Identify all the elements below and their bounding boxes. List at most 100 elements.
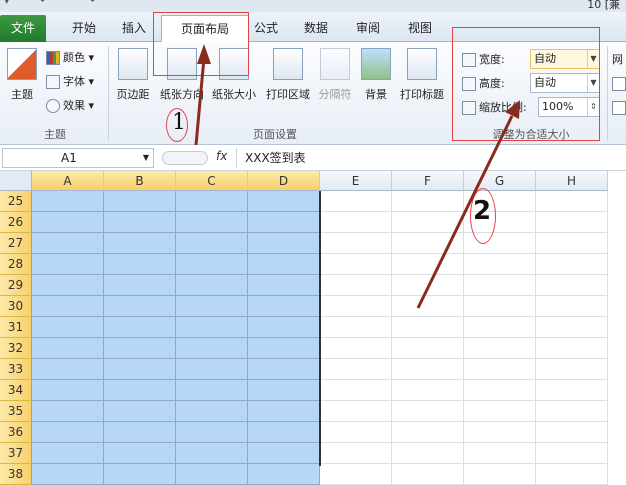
gridlines-view-checkbox[interactable] bbox=[612, 74, 626, 94]
cell-e25[interactable] bbox=[320, 191, 392, 212]
cell-d26[interactable] bbox=[248, 212, 320, 233]
cell-h36[interactable] bbox=[536, 422, 608, 443]
cell-h29[interactable] bbox=[536, 275, 608, 296]
cell-b33[interactable] bbox=[104, 359, 176, 380]
cell-e36[interactable] bbox=[320, 422, 392, 443]
cell-f36[interactable] bbox=[392, 422, 464, 443]
cell-d25[interactable] bbox=[248, 191, 320, 212]
cell-e31[interactable] bbox=[320, 317, 392, 338]
cell-h32[interactable] bbox=[536, 338, 608, 359]
select-all-corner[interactable] bbox=[0, 171, 32, 191]
cell-b34[interactable] bbox=[104, 380, 176, 401]
tab-file[interactable]: 文件 bbox=[0, 15, 46, 42]
cell-b35[interactable] bbox=[104, 401, 176, 422]
cell-b29[interactable] bbox=[104, 275, 176, 296]
theme-effects-button[interactable]: 效果 ▾ bbox=[46, 96, 94, 116]
cell-a26[interactable] bbox=[32, 212, 104, 233]
margins-button[interactable]: 页边距 bbox=[112, 48, 154, 102]
row-header-38[interactable]: 38 bbox=[0, 464, 32, 485]
cell-f29[interactable] bbox=[392, 275, 464, 296]
theme-colors-button[interactable]: 颜色 ▾ bbox=[46, 48, 94, 68]
cell-e27[interactable] bbox=[320, 233, 392, 254]
column-header-f[interactable]: F bbox=[392, 171, 464, 191]
cell-b26[interactable] bbox=[104, 212, 176, 233]
formula-bar-expander[interactable] bbox=[162, 151, 208, 165]
row-header-32[interactable]: 32 bbox=[0, 338, 32, 359]
column-header-d[interactable]: D bbox=[248, 171, 320, 191]
cell-d31[interactable] bbox=[248, 317, 320, 338]
cell-f27[interactable] bbox=[392, 233, 464, 254]
cell-f26[interactable] bbox=[392, 212, 464, 233]
cell-f35[interactable] bbox=[392, 401, 464, 422]
cell-h35[interactable] bbox=[536, 401, 608, 422]
cell-d27[interactable] bbox=[248, 233, 320, 254]
cell-d28[interactable] bbox=[248, 254, 320, 275]
cell-a31[interactable] bbox=[32, 317, 104, 338]
tab-home[interactable]: 开始 bbox=[64, 15, 104, 42]
cell-a29[interactable] bbox=[32, 275, 104, 296]
name-box[interactable]: A1 ▼ bbox=[2, 148, 154, 168]
cell-g32[interactable] bbox=[464, 338, 536, 359]
cell-h31[interactable] bbox=[536, 317, 608, 338]
cell-f34[interactable] bbox=[392, 380, 464, 401]
cell-a25[interactable] bbox=[32, 191, 104, 212]
cell-e30[interactable] bbox=[320, 296, 392, 317]
cell-b32[interactable] bbox=[104, 338, 176, 359]
cell-b38[interactable] bbox=[104, 464, 176, 485]
tab-review[interactable]: 审阅 bbox=[350, 15, 386, 42]
cell-b37[interactable] bbox=[104, 443, 176, 464]
cell-d33[interactable] bbox=[248, 359, 320, 380]
row-header-28[interactable]: 28 bbox=[0, 254, 32, 275]
cell-c32[interactable] bbox=[176, 338, 248, 359]
insert-function-icon[interactable]: fx bbox=[216, 149, 227, 163]
cell-e28[interactable] bbox=[320, 254, 392, 275]
cell-d30[interactable] bbox=[248, 296, 320, 317]
cell-c27[interactable] bbox=[176, 233, 248, 254]
cell-g38[interactable] bbox=[464, 464, 536, 485]
cell-a35[interactable] bbox=[32, 401, 104, 422]
cell-c33[interactable] bbox=[176, 359, 248, 380]
tab-insert[interactable]: 插入 bbox=[114, 15, 154, 42]
row-header-26[interactable]: 26 bbox=[0, 212, 32, 233]
cell-h25[interactable] bbox=[536, 191, 608, 212]
cell-g37[interactable] bbox=[464, 443, 536, 464]
cell-f37[interactable] bbox=[392, 443, 464, 464]
cell-h34[interactable] bbox=[536, 380, 608, 401]
column-header-g[interactable]: G bbox=[464, 171, 536, 191]
cell-d38[interactable] bbox=[248, 464, 320, 485]
cell-h26[interactable] bbox=[536, 212, 608, 233]
cell-g31[interactable] bbox=[464, 317, 536, 338]
tab-data[interactable]: 数据 bbox=[298, 15, 334, 42]
chevron-down-icon[interactable]: ▼ bbox=[143, 149, 149, 167]
cell-e38[interactable] bbox=[320, 464, 392, 485]
cell-c26[interactable] bbox=[176, 212, 248, 233]
column-header-a[interactable]: A bbox=[32, 171, 104, 191]
cell-c29[interactable] bbox=[176, 275, 248, 296]
print-titles-button[interactable]: 打印标题 bbox=[396, 48, 448, 102]
cell-a36[interactable] bbox=[32, 422, 104, 443]
row-header-36[interactable]: 36 bbox=[0, 422, 32, 443]
cell-d29[interactable] bbox=[248, 275, 320, 296]
redo-icon[interactable]: ↷ bbox=[86, 0, 95, 7]
cell-f31[interactable] bbox=[392, 317, 464, 338]
cell-f33[interactable] bbox=[392, 359, 464, 380]
formula-input[interactable]: XXX签到表 bbox=[236, 148, 626, 168]
cell-g33[interactable] bbox=[464, 359, 536, 380]
cell-g28[interactable] bbox=[464, 254, 536, 275]
cell-g35[interactable] bbox=[464, 401, 536, 422]
theme-fonts-button[interactable]: 字体 ▾ bbox=[46, 72, 94, 92]
row-header-35[interactable]: 35 bbox=[0, 401, 32, 422]
row-header-30[interactable]: 30 bbox=[0, 296, 32, 317]
cell-e26[interactable] bbox=[320, 212, 392, 233]
cell-b28[interactable] bbox=[104, 254, 176, 275]
cell-e35[interactable] bbox=[320, 401, 392, 422]
cell-b30[interactable] bbox=[104, 296, 176, 317]
cell-a34[interactable] bbox=[32, 380, 104, 401]
row-header-31[interactable]: 31 bbox=[0, 317, 32, 338]
column-header-c[interactable]: C bbox=[176, 171, 248, 191]
column-header-b[interactable]: B bbox=[104, 171, 176, 191]
cell-d37[interactable] bbox=[248, 443, 320, 464]
cell-a28[interactable] bbox=[32, 254, 104, 275]
cell-h38[interactable] bbox=[536, 464, 608, 485]
row-header-34[interactable]: 34 bbox=[0, 380, 32, 401]
